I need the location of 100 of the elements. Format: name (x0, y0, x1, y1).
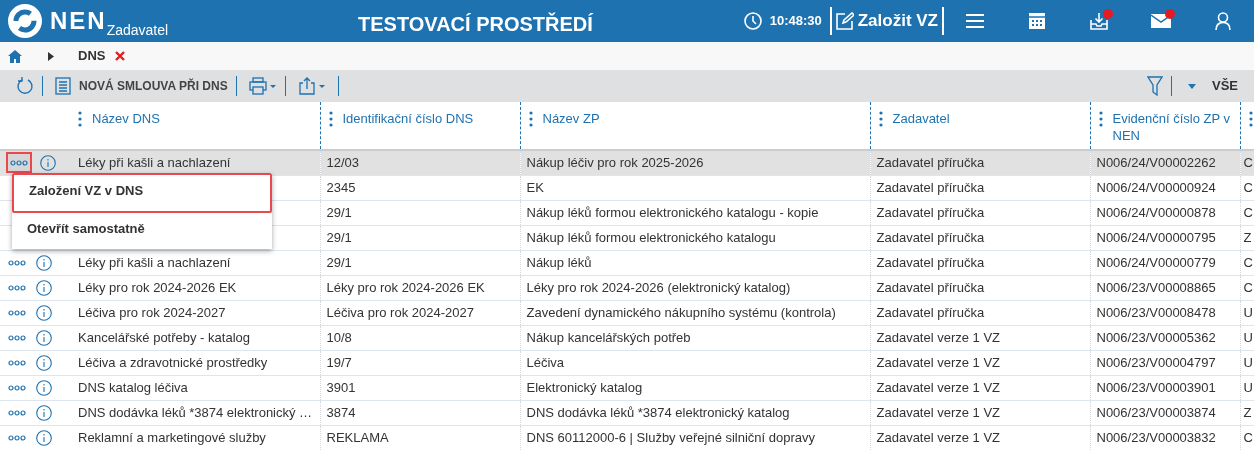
table-row[interactable]: Kancelářské potřeby - katalog 10/8 Nákup kancelářských potřeb Zadavatel verze 1 VZ N006/23/V00005362 U (0, 325, 1254, 350)
close-icon[interactable] (115, 51, 126, 61)
table-cell: Léky pro rok 2024-2026 (elektronický katalog) (526, 279, 791, 295)
more-icon (8, 409, 26, 416)
column-menu-icon[interactable] (328, 111, 333, 127)
table-cell: DNS katalog léčiva (78, 379, 188, 395)
table-cell: N006/24/V00000795 (1096, 229, 1216, 245)
table-cell: Zadavatel verze 1 VZ (876, 429, 1001, 445)
table-cell: Léky pro rok 2024-2026 EK (78, 279, 237, 295)
table-cell: Nákup kancelářských potřeb (526, 329, 691, 345)
home-icon[interactable] (8, 49, 22, 63)
table-cell: N006/24/V00000924 (1096, 179, 1216, 195)
new-contract-button[interactable]: NOVÁ SMLOUVA PŘI DNS (51, 77, 232, 95)
more-icon (8, 309, 26, 316)
info-icon[interactable] (40, 154, 56, 171)
table-cell: Léky pro rok 2024-2026 EK (326, 279, 485, 295)
table-cell: Léčiva a zdravotnické prostředky (78, 354, 268, 370)
mail-icon (1151, 13, 1171, 29)
user-icon (1215, 12, 1231, 30)
filter-label[interactable]: VŠE (1212, 76, 1238, 96)
table-cell: N006/23/V00003832 (1096, 429, 1216, 445)
filter-icon[interactable] (1147, 76, 1163, 96)
table-cell: DNS dodávka léků *3874 elektronický katalog (526, 404, 790, 420)
breadcrumb-item[interactable]: DNS (78, 46, 106, 66)
table-row[interactable]: DNS katalog léčiva 3901 Elektronický katalog Zadavatel verze 1 VZ N006/23/V00003901 U (0, 375, 1254, 400)
printer-icon (248, 77, 277, 95)
menu-icon (965, 13, 985, 29)
table-cell: Léčiva pro rok 2024-2027 (78, 304, 226, 320)
table-row[interactable]: Léky pro rok 2024-2026 EK Léky pro rok 2024-2026 EK Léky pro rok 2024-2026 (elektronický katalog) Zadavatel příručka N006/23/V00008865 C (0, 275, 1254, 300)
table-cell: Zadavatel verze 1 VZ (876, 329, 1001, 345)
info-icon[interactable] (36, 404, 52, 421)
column-header[interactable]: Název DNS (92, 111, 160, 128)
table-cell: 29/1 (326, 254, 352, 270)
more-icon (8, 334, 26, 341)
table-row[interactable]: Léčiva a zdravotnické prostředky 19/7 Léčiva Zadavatel verze 1 VZ N006/23/V00004797 U (0, 350, 1254, 375)
table-cell: N006/24/V00002262 (1096, 154, 1216, 170)
notification-badge (1103, 9, 1113, 19)
caret-icon (1188, 83, 1196, 89)
info-icon[interactable] (36, 254, 52, 271)
logo-text: NEN (50, 9, 107, 33)
table-cell: Nákup léků formou elektronického katalogu - kopie (526, 204, 819, 220)
column-menu-icon[interactable] (878, 111, 883, 127)
column-header[interactable]: Název ZP (542, 111, 600, 128)
table-cell: U (1243, 304, 1253, 320)
chevron-icon (48, 51, 54, 61)
more-icon (8, 359, 26, 366)
menu-item[interactable]: Založení VZ v DNS (12, 173, 272, 213)
table-cell: 3874 (326, 404, 356, 420)
column-menu-icon[interactable] (1098, 111, 1103, 127)
create-button[interactable]: Založit VZ (829, 7, 944, 35)
table-cell: C (1243, 429, 1253, 445)
table-cell: Zadavatel příručka (876, 229, 985, 245)
info-icon[interactable] (36, 329, 52, 346)
info-icon[interactable] (36, 429, 52, 446)
table-cell: Nákup léků (526, 254, 592, 270)
table-cell: Z (1243, 404, 1252, 420)
info-icon[interactable] (36, 379, 52, 396)
table-cell: 29/1 (326, 204, 352, 220)
table-cell: Léčiva pro rok 2024-2027 (326, 304, 474, 320)
table-cell: Nákup léků formou elektronického katalogu (526, 229, 776, 245)
column-menu-icon[interactable] (78, 111, 82, 127)
table-cell: Zadavatel příručka (876, 304, 985, 320)
column-header[interactable]: Identifikační číslo DNS (342, 111, 474, 128)
table-row[interactable]: DNS dodávka léků *3874 elektronický … 3874 DNS dodávka léků *3874 elektronický katalog Zadavatel verze 1 VZ N006/23/V00003874 Z (0, 400, 1254, 425)
table-cell: Zadavatel příručka (876, 279, 985, 295)
subtitle-text: Zadavatel (106, 22, 169, 40)
column-header[interactable]: Zadavatel (892, 111, 950, 128)
column-header[interactable]: Evidenční číslo ZP v NEN (1112, 111, 1234, 145)
more-icon (8, 284, 26, 291)
table-cell: Léky při kašli a nachlazení (78, 154, 231, 170)
table-row[interactable]: Léky při kašli a nachlazení 12/03 Nákup léčiv pro rok 2025-2026 Zadavatel příručka N006/24/V00002262 C (0, 150, 1254, 175)
menu-item[interactable]: Otevřít samostatně (12, 213, 272, 249)
table-row[interactable]: Léky při kašli a nachlazení 29/1 Nákup léků Zadavatel příručka N006/24/V00000779 C (0, 250, 1254, 275)
clock-time: 10:48:30 (769, 12, 822, 31)
table-cell: C (1243, 254, 1253, 270)
notification-badge (1165, 9, 1175, 19)
table-cell: Zadavatel příručka (876, 154, 985, 170)
environment-title: TESTOVACÍ PROSTŘEDÍ (358, 11, 593, 37)
table-cell: U (1243, 329, 1253, 345)
table-cell: Zavedení dynamického nákupního systému (kontrola) (526, 304, 836, 320)
table-cell: Zadavatel verze 1 VZ (876, 379, 1001, 395)
info-icon[interactable] (36, 354, 52, 371)
table-cell: Zadavatel příručka (876, 254, 985, 270)
table-cell: Nákup léčiv pro rok 2025-2026 (526, 154, 704, 170)
table-cell: DNS dodávka léků *3874 elektronický … (78, 404, 313, 420)
column-menu-icon[interactable] (528, 111, 533, 127)
info-icon[interactable] (36, 304, 52, 321)
column-menu-icon[interactable] (1248, 111, 1253, 127)
table-row[interactable]: Reklamní a marketingové služby REKLAMA DNS 60112000-6 | Služby veřejné silniční dopravy Zadavatel verze 1 VZ N006/23/V00003832 C (0, 425, 1254, 450)
share-icon (297, 77, 326, 95)
table-cell: REKLAMA (326, 429, 389, 445)
refresh-icon[interactable] (16, 77, 34, 95)
more-icon (8, 259, 26, 266)
more-button[interactable] (6, 152, 32, 174)
table-cell: C (1243, 204, 1253, 220)
table-cell: 2345 (326, 179, 356, 195)
table-cell: EK (526, 179, 544, 195)
table-cell: Reklamní a marketingové služby (78, 429, 266, 445)
info-icon[interactable] (36, 279, 52, 296)
table-row[interactable]: Léčiva pro rok 2024-2027 Léčiva pro rok 2024-2027 Zavedení dynamického nákupního systému (kontrola) Zadavatel příručka N006/23/V00008478 U (0, 300, 1254, 325)
